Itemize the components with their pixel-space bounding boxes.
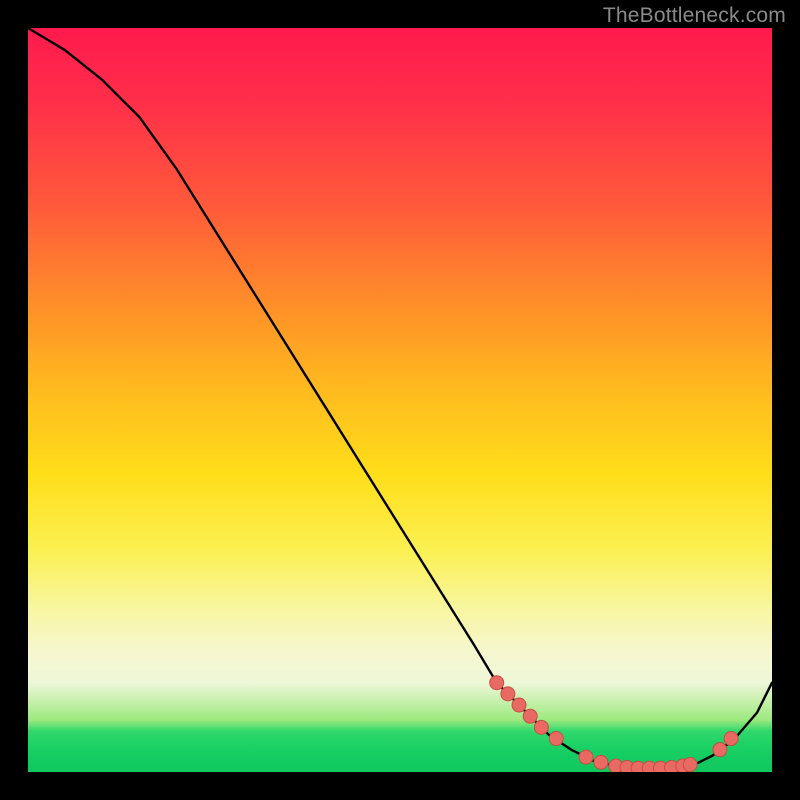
curve-line xyxy=(28,28,772,768)
plot-area xyxy=(28,28,772,772)
data-marker xyxy=(683,758,697,772)
curve-layer xyxy=(28,28,772,772)
data-marker xyxy=(549,732,563,746)
data-marker xyxy=(534,720,548,734)
chart-stage: TheBottleneck.com xyxy=(0,0,800,800)
data-marker xyxy=(512,698,526,712)
watermark-text: TheBottleneck.com xyxy=(603,4,786,28)
data-marker xyxy=(713,743,727,757)
data-marker xyxy=(594,755,608,769)
data-marker xyxy=(523,709,537,723)
data-marker xyxy=(501,687,515,701)
curve-markers xyxy=(490,676,738,772)
data-marker xyxy=(724,732,738,746)
data-marker xyxy=(579,750,593,764)
data-marker xyxy=(490,676,504,690)
